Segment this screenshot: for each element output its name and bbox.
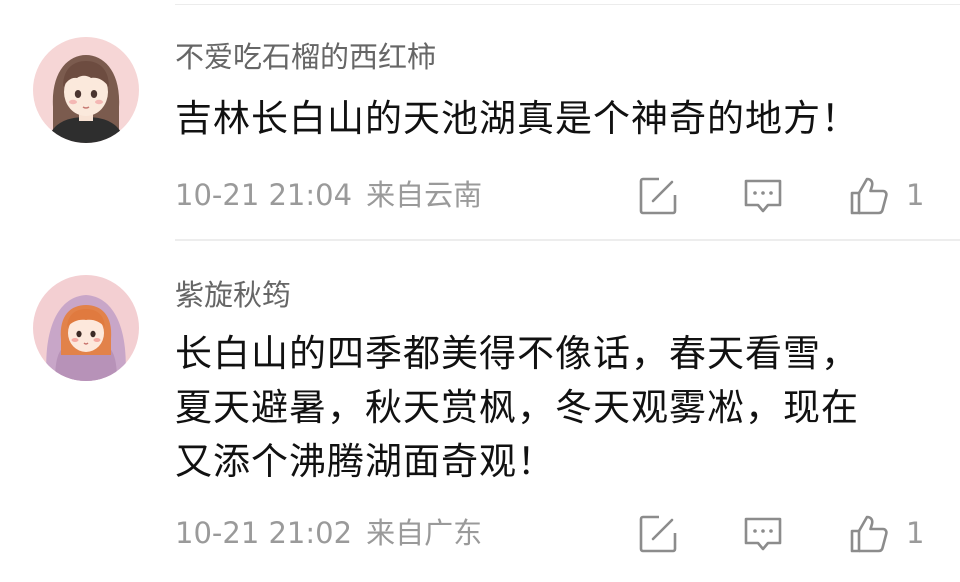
like-count: 1 <box>906 516 925 550</box>
location: 来自广东 <box>366 516 483 550</box>
avatar[interactable] <box>33 275 139 381</box>
comment-text-line: 夏天避暑，秋天赏枫，冬天观雾凇，现在 <box>175 386 859 429</box>
girl-in-purple-hood-avatar <box>33 275 139 381</box>
comment-text-line: 又添个沸腾湖面奇观！ <box>175 440 555 483</box>
comment-meta: 10-21 21:04 来自云南 <box>175 177 482 213</box>
location: 来自云南 <box>366 178 483 212</box>
edit-icon[interactable] <box>637 175 679 217</box>
comment-item: 不爱吃石榴的西红柿 吉林长白山的天池湖真是个神奇的地方！ 10-21 21:04… <box>0 0 960 241</box>
username[interactable]: 不爱吃石榴的西红柿 <box>175 39 436 75</box>
girl-with-bangs-avatar <box>33 37 139 143</box>
comment-meta: 10-21 21:02 来自广东 <box>175 515 482 551</box>
comment-text: 吉林长白山的天池湖真是个神奇的地方！ <box>175 92 935 146</box>
comment-item: 紫旋秋筠 长白山的四季都美得不像话，春天看雪， 夏天避暑，秋天赏枫，冬天观雾凇，… <box>0 240 960 582</box>
timestamp: 10-21 21:02 <box>175 516 353 550</box>
comment-icon[interactable] <box>742 513 784 555</box>
avatar[interactable] <box>33 37 139 143</box>
like-count: 1 <box>906 178 925 212</box>
thumbs-up-icon[interactable] <box>848 513 890 555</box>
comment-text-line: 长白山的四季都美得不像话，春天看雪， <box>175 332 859 375</box>
comment-text-line: 吉林长白山的天池湖真是个神奇的地方！ <box>175 97 859 140</box>
thumbs-up-icon[interactable] <box>848 175 890 217</box>
edit-icon[interactable] <box>637 513 679 555</box>
timestamp: 10-21 21:04 <box>175 178 353 212</box>
comment-text: 长白山的四季都美得不像话，春天看雪， 夏天避暑，秋天赏枫，冬天观雾凇，现在 又添… <box>175 327 935 489</box>
comment-icon[interactable] <box>742 175 784 217</box>
username[interactable]: 紫旋秋筠 <box>175 277 291 313</box>
